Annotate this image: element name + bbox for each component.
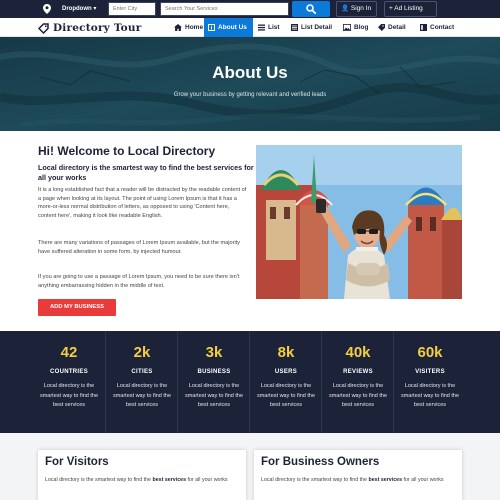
stats-band: 42 COUNTRIES Local directory is the smar… (0, 331, 500, 433)
welcome-paragraph: There are many variations of passages of… (38, 240, 241, 255)
nav-about-label: About Us (218, 24, 247, 31)
stat-number: 2k (133, 344, 151, 361)
nav-list-detail[interactable]: List Detail (287, 18, 336, 37)
main-navigation: Directory Tour Home About Us List List D… (0, 18, 500, 37)
hero-banner: About Us Grow your business by getting r… (0, 37, 500, 131)
stat-countries: 42 COUNTRIES Local directory is the smar… (33, 331, 105, 433)
stat-label: BUSINESS (197, 369, 231, 375)
site-logo[interactable]: Directory Tour (38, 20, 141, 36)
card-text: Local directory is the smartest way to f… (45, 477, 241, 485)
sign-in-label: Sign In (350, 5, 372, 12)
caret-down-icon: ▾ (91, 6, 97, 12)
card-text-start: Local directory is the smartest way to f… (45, 477, 153, 483)
welcome-heading: Hi! Welcome to Local Directory (38, 144, 216, 158)
stat-number: 60k (417, 344, 443, 361)
sign-in-button[interactable]: 👤 Sign In (336, 1, 377, 17)
service-search-input[interactable] (160, 2, 289, 16)
card-text-end: for all your works (186, 477, 228, 483)
stat-description: Local directory is the smartest way to f… (184, 383, 244, 408)
location-pin-icon (41, 3, 53, 15)
nav-home[interactable]: Home (170, 18, 207, 37)
tag-logo-icon (38, 22, 49, 34)
detail-icon (378, 24, 385, 31)
stat-visiters: 60k VISITERS Local directory is the smar… (393, 331, 465, 433)
nav-detail[interactable]: Detail (374, 18, 410, 37)
list-icon (258, 24, 265, 31)
nav-blog-label: Blog (354, 24, 369, 31)
hero-title: About Us (212, 63, 288, 82)
stat-reviews: 40k REVIEWS Local directory is the smart… (321, 331, 393, 433)
stat-number: 8k (277, 344, 295, 361)
logo-text: Directory Tour (53, 22, 142, 34)
stat-description: Local directory is the smartest way to f… (256, 383, 316, 408)
stat-label: USERS (274, 369, 298, 375)
nav-home-label: Home (185, 24, 204, 31)
card-text: Local directory is the smartest way to f… (261, 477, 457, 485)
hero-subtitle: Grow your business by getting relevant a… (173, 92, 327, 98)
stat-number: 3k (205, 344, 223, 361)
tourist-photo (256, 145, 462, 299)
nav-blog[interactable]: Blog (339, 18, 372, 37)
stat-label: REVIEWS (343, 369, 373, 375)
welcome-paragraph: It is a long established fact that a rea… (38, 187, 247, 219)
stat-label: VISITERS (415, 369, 445, 375)
nav-detail-label: Detail (388, 24, 406, 31)
nav-contact[interactable]: Contact (416, 18, 458, 37)
search-button[interactable] (292, 1, 330, 17)
stat-number: 42 (60, 344, 78, 361)
card-text-highlight: best services (368, 477, 403, 483)
stat-description: Local directory is the smartest way to f… (400, 383, 460, 408)
user-icon: 👤 (341, 5, 350, 12)
nav-list[interactable]: List (254, 18, 284, 37)
contact-icon (420, 24, 427, 31)
stat-business: 3k BUSINESS Local directory is the smart… (177, 331, 249, 433)
dropdown-menu[interactable]: Dropdown ▾ (62, 0, 96, 18)
stat-description: Local directory is the smartest way to f… (328, 383, 388, 408)
stat-cities: 2k CITIES Local directory is the smartes… (105, 331, 177, 433)
card-title: For Visitors (45, 456, 109, 468)
card-title: For Business Owners (261, 456, 380, 468)
stat-description: Local directory is the smartest way to f… (112, 383, 172, 408)
search-icon (306, 4, 316, 14)
welcome-paragraph: If you are going to use a passage of Lor… (38, 274, 240, 289)
card-text-highlight: best services (152, 477, 187, 483)
blog-icon (343, 24, 351, 31)
list-detail-icon (291, 24, 298, 31)
city-input[interactable] (108, 2, 156, 16)
add-listing-button[interactable]: + Ad Listing (384, 1, 437, 17)
nav-list-label: List (268, 24, 280, 31)
home-icon (174, 24, 182, 31)
add-my-business-button[interactable]: ADD MY BUSINESS (38, 299, 116, 316)
nav-contact-label: Contact (430, 24, 455, 31)
plus-icon: + (389, 5, 393, 12)
stat-number: 40k (345, 344, 371, 361)
stat-label: COUNTRIES (49, 369, 89, 375)
card-text-end: for all your works (402, 477, 444, 483)
visitors-card: For Visitors Local directory is the smar… (38, 450, 246, 500)
business-owners-card: For Business Owners Local directory is t… (254, 450, 462, 500)
stat-description: Local directory is the smartest way to f… (39, 383, 99, 408)
welcome-lead-text: Local directory is the smartest way to f… (38, 163, 254, 182)
stat-label: CITIES (131, 369, 153, 375)
top-utility-bar: Dropdown ▾ 👤 Sign In + Ad Listing (0, 0, 500, 18)
map-texture-background (0, 37, 500, 131)
nav-list-detail-label: List Detail (301, 24, 333, 31)
add-listing-label: Ad Listing (394, 5, 423, 12)
nav-about-us[interactable]: About Us (204, 18, 253, 37)
dropdown-label: Dropdown (62, 6, 92, 12)
info-icon (208, 24, 215, 31)
card-text-start: Local directory is the smartest way to f… (261, 477, 369, 483)
stat-users: 8k USERS Local directory is the smartest… (249, 331, 321, 433)
